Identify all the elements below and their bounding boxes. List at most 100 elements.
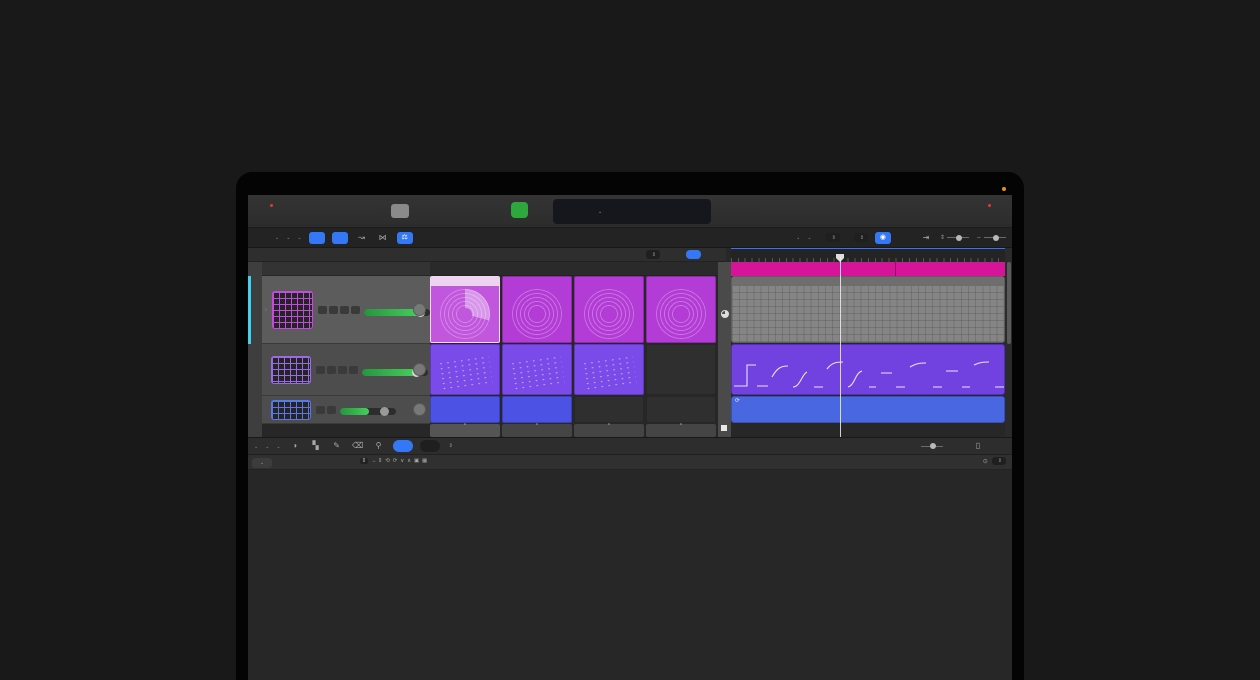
pointer-tool-menu[interactable]: ⌄ — [796, 234, 800, 241]
io-icon[interactable] — [994, 205, 1008, 217]
loop-cell-bass-c3[interactable] — [574, 344, 644, 395]
arrange-scrollbar[interactable] — [1005, 248, 1012, 437]
volume-meter[interactable] — [340, 408, 396, 415]
solo-button[interactable] — [327, 366, 336, 374]
wide-view-icon[interactable] — [992, 440, 1006, 452]
bar-ruler[interactable] — [731, 248, 1005, 262]
cell-grid-icon[interactable] — [549, 249, 563, 261]
loop-cell-bass-c2[interactable] — [502, 344, 572, 395]
fill-icon[interactable]: ▣ — [414, 458, 419, 464]
lcd-display[interactable]: ⌄ — [553, 199, 711, 224]
duplicate-icon[interactable] — [273, 249, 287, 261]
mode-stepper[interactable]: ⇕ — [449, 443, 453, 449]
menu-funciones[interactable]: ⌄ — [286, 234, 290, 241]
loop-cell-bass-c1[interactable] — [430, 344, 500, 395]
catch-playhead-button[interactable]: ⇥ — [919, 232, 933, 244]
ajuste-select[interactable]: ⇕ — [826, 233, 840, 242]
forward-button[interactable] — [471, 203, 486, 218]
midi-in-button[interactable]: ◉ — [875, 232, 891, 244]
count-in-button[interactable] — [763, 205, 785, 217]
back-icon[interactable] — [254, 232, 268, 244]
chord-track-header[interactable] — [248, 262, 430, 276]
edit-mode-velocity[interactable] — [420, 440, 440, 452]
region-trap-beat[interactable] — [731, 276, 1005, 343]
pattern-view-icon[interactable]: ◑ — [288, 440, 302, 452]
automation-icon[interactable]: ↝ — [355, 232, 369, 244]
seq-menu-edicion[interactable]: ⌄ — [254, 443, 258, 450]
empty-loop-cell[interactable] — [646, 396, 716, 423]
quantize-select[interactable]: ⇕ — [646, 250, 660, 259]
lcd-key[interactable]: ⌄ — [593, 200, 605, 223]
scene-trigger-verse[interactable]: ⌃ — [502, 424, 572, 437]
loop-cell-trap-beat-3[interactable] — [574, 276, 644, 343]
loop-region-icon[interactable]: ⋈ — [376, 232, 390, 244]
mute-button[interactable] — [318, 306, 327, 314]
rewind-button[interactable] — [451, 203, 466, 218]
link-icon[interactable]: ⚲ — [372, 440, 386, 452]
empty-loop-cell[interactable] — [646, 344, 716, 395]
increment-icon[interactable]: ∧ — [407, 458, 411, 464]
library-icon[interactable] — [959, 205, 973, 217]
narrow-view-icon[interactable]: ▯ — [971, 440, 985, 452]
pattern-length-select[interactable]: ⇕ — [992, 457, 1006, 465]
mute-button[interactable] — [316, 406, 325, 414]
pencil-tool-button[interactable] — [391, 204, 409, 218]
decrement-icon[interactable]: ∨ — [400, 458, 404, 464]
half-circle-icon[interactable] — [666, 249, 680, 261]
rotate-left-icon[interactable]: ⟲ — [385, 458, 389, 464]
seq-menu-visualizacion[interactable]: ⌄ — [276, 443, 280, 450]
display-record-icon[interactable] — [258, 205, 272, 217]
pan-knob[interactable] — [413, 303, 426, 316]
text-tool-button[interactable] — [898, 232, 912, 244]
cell-view-icon[interactable] — [529, 249, 543, 261]
arrows-button[interactable] — [686, 250, 701, 259]
track-header-computations-topper[interactable] — [262, 396, 430, 424]
inspector-icon[interactable] — [318, 205, 332, 217]
nudge-icon[interactable] — [370, 204, 388, 218]
loop-cell-topper-2[interactable] — [502, 396, 572, 423]
input-monitor-button[interactable] — [349, 366, 358, 374]
add-row-button[interactable]: ⌄ — [252, 458, 272, 468]
performance-button[interactable]: ⚖ — [397, 232, 413, 244]
disclosure-icon[interactable]: › — [265, 307, 267, 313]
capture-icon[interactable] — [278, 205, 292, 217]
eye-icon[interactable] — [707, 249, 721, 261]
seq-menu-funciones[interactable]: ⌄ — [265, 443, 269, 450]
playmode-select[interactable]: → ⇕ — [371, 458, 382, 464]
kit-view-icon[interactable]: ▚ — [309, 440, 323, 452]
pan-knob[interactable] — [413, 403, 426, 416]
metronome-button[interactable] — [788, 205, 802, 217]
scrollbar-thumb[interactable] — [1007, 262, 1011, 344]
stop-button[interactable] — [491, 203, 506, 218]
mute-button[interactable] — [316, 366, 325, 374]
edit-mode-onoff[interactable] — [393, 440, 413, 452]
horizontal-zoom-slider[interactable]: ⇔ — [976, 235, 1006, 241]
solo-button[interactable] — [327, 406, 336, 414]
scene-trigger-intro[interactable]: ⌃ — [430, 424, 500, 437]
cycle-pie-icon[interactable] — [721, 310, 729, 318]
region-pump-bass[interactable] — [731, 344, 1005, 395]
chord-track-strip[interactable] — [731, 262, 1005, 276]
input-monitor-button[interactable] — [351, 306, 360, 314]
loop-length-icon[interactable]: ⊙ — [983, 458, 988, 465]
menu-edicion[interactable]: ⌄ — [275, 234, 279, 241]
pencil-mode-icon[interactable]: ✎ — [330, 440, 344, 452]
grid-view-button[interactable] — [309, 232, 325, 244]
arrastre-select[interactable]: ⇕ — [854, 233, 868, 242]
menu-visualizacion[interactable]: ⌄ — [297, 234, 301, 241]
stop-all-icon[interactable] — [721, 425, 727, 431]
box-icon[interactable] — [733, 205, 747, 217]
scene-trigger-breakdown[interactable]: ⌃ — [646, 424, 716, 437]
rotate-right-icon[interactable]: ⟳ — [393, 458, 397, 464]
help-icon[interactable] — [298, 205, 312, 217]
loop-cell-trap-beat-4[interactable] — [646, 276, 716, 343]
h-arrows-icon[interactable] — [950, 440, 964, 452]
pan-knob[interactable] — [413, 363, 426, 376]
add-track-icon[interactable] — [253, 249, 267, 261]
track-header-trap-door[interactable]: › — [262, 276, 430, 344]
list-editors-icon[interactable] — [942, 205, 956, 217]
empty-loop-cell[interactable] — [574, 396, 644, 423]
seq-zoom-slider[interactable] — [921, 446, 943, 447]
tracks-view-button[interactable] — [332, 232, 348, 244]
clear-icon[interactable]: ▦ — [422, 458, 427, 464]
